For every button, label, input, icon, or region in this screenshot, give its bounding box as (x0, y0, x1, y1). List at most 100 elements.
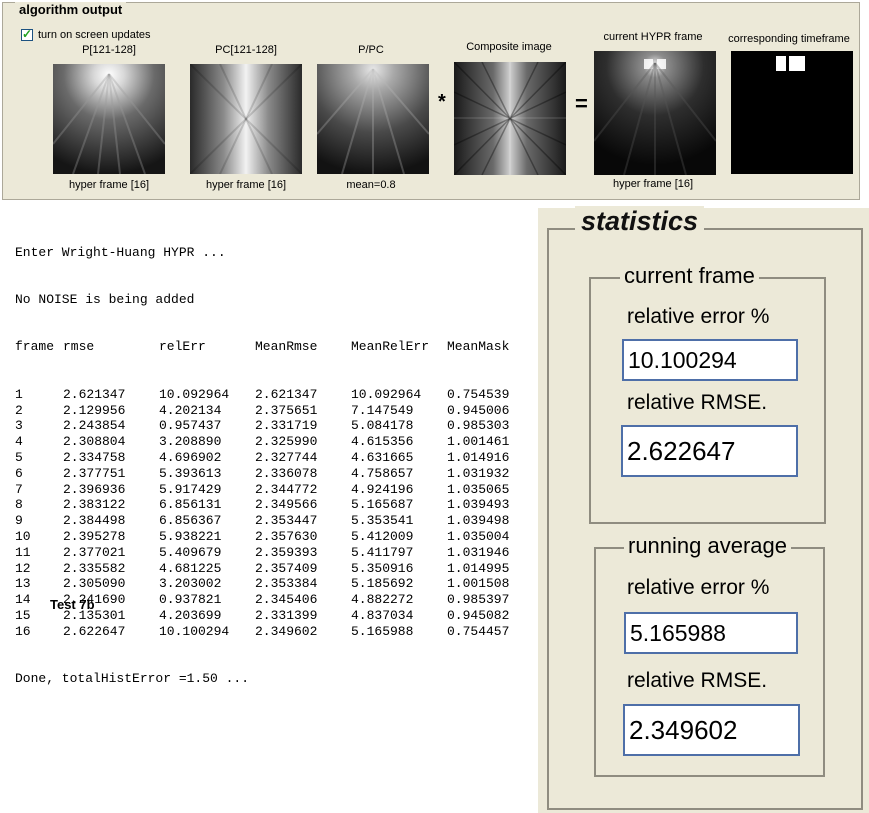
p-image (53, 64, 165, 174)
console-output: Enter Wright-Huang HYPR ... No NOISE is … (15, 213, 527, 703)
table-cell: 9 (15, 513, 23, 529)
console-line: No NOISE is being added (15, 291, 195, 307)
table-cell: 3.203002 (159, 576, 222, 592)
ratio-image (317, 64, 429, 174)
ratio-image-caption: mean=0.8 (346, 179, 396, 191)
table-cell: 2.357630 (255, 528, 318, 544)
hypr-frame-caption: hyper frame [16] (612, 178, 694, 190)
table-cell: 5.165988 (351, 623, 414, 639)
table-cell: 2.375651 (255, 402, 318, 418)
table-cell: 5.350916 (351, 560, 414, 576)
table-cell: 0.985303 (447, 418, 510, 434)
column-header: rmse (63, 339, 95, 355)
table-cell: 6 (15, 465, 23, 481)
table-cell: 12 (15, 560, 31, 576)
table-cell: 1.035065 (447, 481, 510, 497)
table-cell: 2.243854 (63, 418, 126, 434)
table-cell: 13 (15, 576, 31, 592)
results-table-row: 11 2.377021 5.409679 2.359393 5.411797 1.0319… (15, 545, 527, 561)
table-cell: 2.308804 (63, 434, 126, 450)
results-table-row: 4 2.308804 3.208890 2.325990 4.615356 1.00146… (15, 434, 527, 450)
table-cell: 0.937821 (159, 592, 222, 608)
table-cell: 2.344772 (255, 481, 318, 497)
pc-image-caption: hyper frame [16] (205, 179, 287, 191)
table-cell: 4.631665 (351, 449, 414, 465)
table-cell: 1.001508 (447, 576, 510, 592)
ratio-image-title: P/PC (358, 44, 384, 56)
table-cell: 3 (15, 418, 23, 434)
screen-updates-label: turn on screen updates (38, 29, 151, 41)
table-cell: 1.031932 (447, 465, 510, 481)
table-cell: 1.001461 (447, 434, 510, 450)
equals-operator: = (575, 91, 588, 116)
table-cell: 16 (15, 623, 31, 639)
table-cell: 4.924196 (351, 481, 414, 497)
console-line: Enter Wright-Huang HYPR ... (15, 244, 226, 260)
table-cell: 7.147549 (351, 402, 414, 418)
table-cell: 4.882272 (351, 592, 414, 608)
table-cell: 2.336078 (255, 465, 318, 481)
running-rel-error-label: relative error % (627, 576, 770, 599)
table-cell: 6.856131 (159, 497, 222, 513)
multiply-operator: * (438, 91, 446, 113)
current-rmse-label: relative RMSE. (627, 391, 768, 414)
table-cell: 4.202134 (159, 402, 222, 418)
table-cell: 5.409679 (159, 544, 222, 560)
table-cell: 2.377751 (63, 465, 126, 481)
current-frame-title: current frame (620, 263, 759, 289)
table-cell: 2.621347 (63, 386, 126, 402)
timeframe-title: corresponding timeframe (728, 33, 850, 45)
table-cell: 2.357409 (255, 560, 318, 576)
table-cell: 0.957437 (159, 418, 222, 434)
table-cell: 1 (15, 386, 23, 402)
table-cell: 8 (15, 497, 23, 513)
running-rmse-label: relative RMSE. (627, 669, 768, 692)
table-cell: 5.353541 (351, 513, 414, 529)
table-cell: 2.353384 (255, 576, 318, 592)
table-cell: 2.305090 (63, 576, 126, 592)
table-cell: 4.696902 (159, 449, 222, 465)
table-cell: 0.985397 (447, 592, 510, 608)
table-cell: 2.334758 (63, 449, 126, 465)
table-cell: 5 (15, 449, 23, 465)
running-rmse-field[interactable]: 2.349602 (623, 704, 800, 756)
table-cell: 0.754539 (447, 386, 510, 402)
table-cell: 10.092964 (351, 386, 422, 402)
timeframe-image (731, 51, 853, 174)
table-cell: 4.758657 (351, 465, 414, 481)
table-cell: 1.039493 (447, 497, 510, 513)
current-rel-error-field[interactable]: 10.100294 (622, 339, 798, 381)
screen-updates-checkbox[interactable]: turn on screen updates (21, 27, 151, 41)
table-cell: 2.345406 (255, 592, 318, 608)
table-cell: 2.621347 (255, 386, 318, 402)
results-table-header: frame rmse relErr MeanRmse MeanRelErr Me… (15, 339, 527, 355)
table-cell: 10 (15, 528, 31, 544)
table-cell: 5.393613 (159, 465, 222, 481)
results-table-row: 2 2.129956 4.202134 2.375651 7.147549 0.94500… (15, 403, 527, 419)
algorithm-output-group: algorithm output turn on screen updates … (2, 2, 860, 200)
table-cell: 4.837034 (351, 607, 414, 623)
table-cell: 3.208890 (159, 434, 222, 450)
table-cell: 2.383122 (63, 497, 126, 513)
results-table-row: 8 2.383122 6.856131 2.349566 5.165687 1.03949… (15, 497, 527, 513)
running-rel-error-field[interactable]: 5.165988 (624, 612, 798, 654)
table-cell: 2.353447 (255, 513, 318, 529)
column-header: relErr (159, 339, 206, 355)
table-cell: 2.396936 (63, 481, 126, 497)
table-cell: 2.331399 (255, 607, 318, 623)
column-header: frame (15, 339, 55, 355)
table-cell: 6.856367 (159, 513, 222, 529)
pc-image-title: PC[121-128] (215, 44, 277, 56)
table-cell: 1.039498 (447, 513, 510, 529)
algorithm-output-title: algorithm output (15, 2, 127, 17)
current-rmse-field[interactable]: 2.622647 (621, 425, 798, 477)
results-table-row: 16 2.622647 10.100294 2.349602 5.165988 0.754… (15, 624, 527, 640)
test-label: Test 7b (50, 597, 95, 612)
table-cell: 10.092964 (159, 386, 230, 402)
hypr-frame-title: current HYPR frame (603, 31, 703, 43)
composite-image-title: Composite image (466, 41, 552, 53)
table-cell: 0.945006 (447, 402, 510, 418)
table-cell: 5.411797 (351, 544, 414, 560)
results-table-row: 7 2.396936 5.917429 2.344772 4.924196 1.03506… (15, 482, 527, 498)
checkbox-checked-icon[interactable] (21, 27, 33, 41)
